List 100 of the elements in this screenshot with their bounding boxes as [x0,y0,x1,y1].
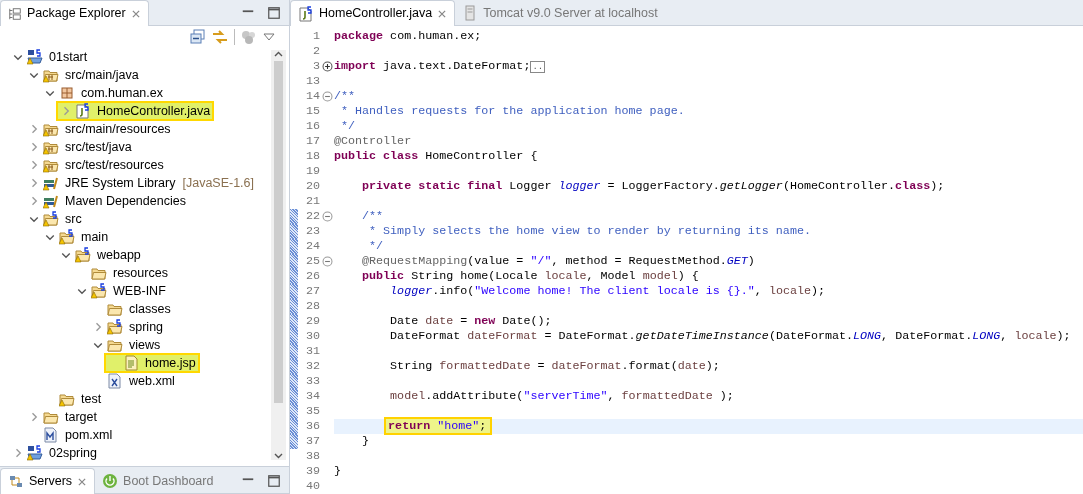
java-file-icon [75,103,91,119]
folder-icon [91,265,107,281]
tree-item[interactable]: com.human.ex [40,83,167,103]
line-number: 33 [304,372,320,390]
line-number: 3 [312,57,320,75]
tree-item[interactable]: src/test/resources [24,155,168,175]
code-line: private static final Logger logger = LoggerFactory.getLogger(HomeController.class); [361,177,945,195]
code-line: package com.human.ex; [334,27,482,45]
library-icon [43,193,59,209]
maximize-icon[interactable] [267,474,281,488]
code-line: model.addAttribute("serverTime", formattedDate ); [389,387,734,405]
line-number: 37 [304,432,320,450]
collapse-icon[interactable] [321,256,333,267]
tab[interactable]: Tomcat v9.0 Server at localhost [455,1,665,25]
xml-file-icon [107,373,123,389]
line-number: 39 [304,462,320,480]
code-line: @Controller [334,132,412,150]
line-number: 14 [304,87,320,105]
folder-icon [59,391,75,407]
line-number: 18 [304,147,320,165]
document-icon [123,355,139,371]
tree-item[interactable]: spring [88,317,168,337]
source-folder-icon [43,139,59,155]
close-icon [437,8,448,19]
folder-icon [43,409,59,425]
code-line: } [361,432,370,450]
tree-item[interactable]: 02spring [8,443,101,462]
tree-item[interactable]: webapp [56,245,145,265]
line-number: 2 [312,42,320,60]
source-folder-icon [43,121,59,137]
tree-item[interactable]: 01start [8,48,92,67]
close-icon [130,8,141,19]
close-icon [77,476,88,487]
expand-icon[interactable] [321,61,333,72]
line-number: 26 [304,267,320,285]
line-number: 40 [304,477,320,494]
code-line: @RequestMapping(value = "/", method = RequestMethod.GET) [361,252,755,270]
collapse-icon[interactable] [321,91,333,102]
tree-item[interactable]: WEB-INF [72,281,170,301]
tree-item[interactable]: views [88,335,165,355]
scroll-down-icon[interactable] [274,451,283,460]
tree-item[interactable]: src/main/resources [24,119,175,139]
tab[interactable]: Package Explorer [0,0,149,26]
power-icon [102,473,119,489]
tab[interactable]: Servers [0,468,96,494]
servers-icon [8,473,24,490]
line-number: 22 [304,207,320,225]
code-line: * Simply selects the home view to render by returning its name. [368,222,811,240]
tree-item[interactable]: test [40,389,106,409]
tab[interactable]: HomeController.java [290,0,456,26]
tree-item[interactable]: main [40,227,113,247]
maven-file-icon [43,427,59,443]
code-line: * Handles requests for the application home page. [340,102,685,120]
library-icon [43,175,59,191]
code-line: */ [368,237,384,255]
line-number: 24 [304,237,320,255]
collapse-all-icon[interactable] [190,29,206,45]
code-line: DateFormat dateFormat = DateFormat.getDateTimeInstance(DateFormat.LONG, DateFormat.LONG, locale); [389,327,1071,345]
scrollbar[interactable] [271,50,286,460]
source-folder-icon [43,67,59,83]
tree-item[interactable]: resources [72,263,172,283]
scroll-up-icon[interactable] [274,50,283,59]
tree-item[interactable]: src/test/java [24,137,136,157]
code-line: */ [340,117,356,135]
package-icon [59,85,75,101]
tree-item[interactable]: web.xml [88,371,179,391]
line-number: 15 [304,102,320,120]
line-number: 17 [304,132,320,150]
line-number: 21 [304,192,320,210]
folder-icon [107,301,123,317]
code-line: /** [334,87,356,105]
line-number: 36 [304,417,320,435]
code-line: public String home(Locale locale, Model model) { [361,267,699,285]
code-line: public class HomeController { [334,147,538,165]
tree-item[interactable]: target [24,407,101,427]
view-menu-icon[interactable] [263,33,275,41]
tree-item[interactable]: pom.xml [24,425,117,445]
project-icon [27,445,43,461]
line-number: 32 [304,357,320,375]
collapse-icon[interactable] [321,211,333,222]
tree-item[interactable]: src [24,209,86,229]
tree-item[interactable]: JRE System Library [JavaSE-1.6] [24,173,259,193]
project-icon [27,49,43,65]
folder-icon [107,337,123,353]
line-number: 25 [304,252,320,270]
tree-item[interactable]: HomeController.java [56,101,215,121]
code-line: } [334,462,341,480]
maximize-icon[interactable] [267,6,281,20]
view-icon [8,6,22,21]
tree-item[interactable]: Maven Dependencies [24,191,190,211]
line-number: 31 [304,342,320,360]
tab[interactable]: Boot Dashboard [95,469,221,493]
tree-item[interactable]: src/main/java [24,65,143,85]
folder-icon [59,229,75,245]
line-number: 27 [304,282,320,300]
tree-item[interactable]: home.jsp [104,353,200,373]
code-line: /** [361,207,384,225]
tree-item[interactable]: classes [88,299,175,319]
code-line: String formattedDate = dateFormat.format(date); [389,357,720,375]
line-number: 28 [304,297,320,315]
